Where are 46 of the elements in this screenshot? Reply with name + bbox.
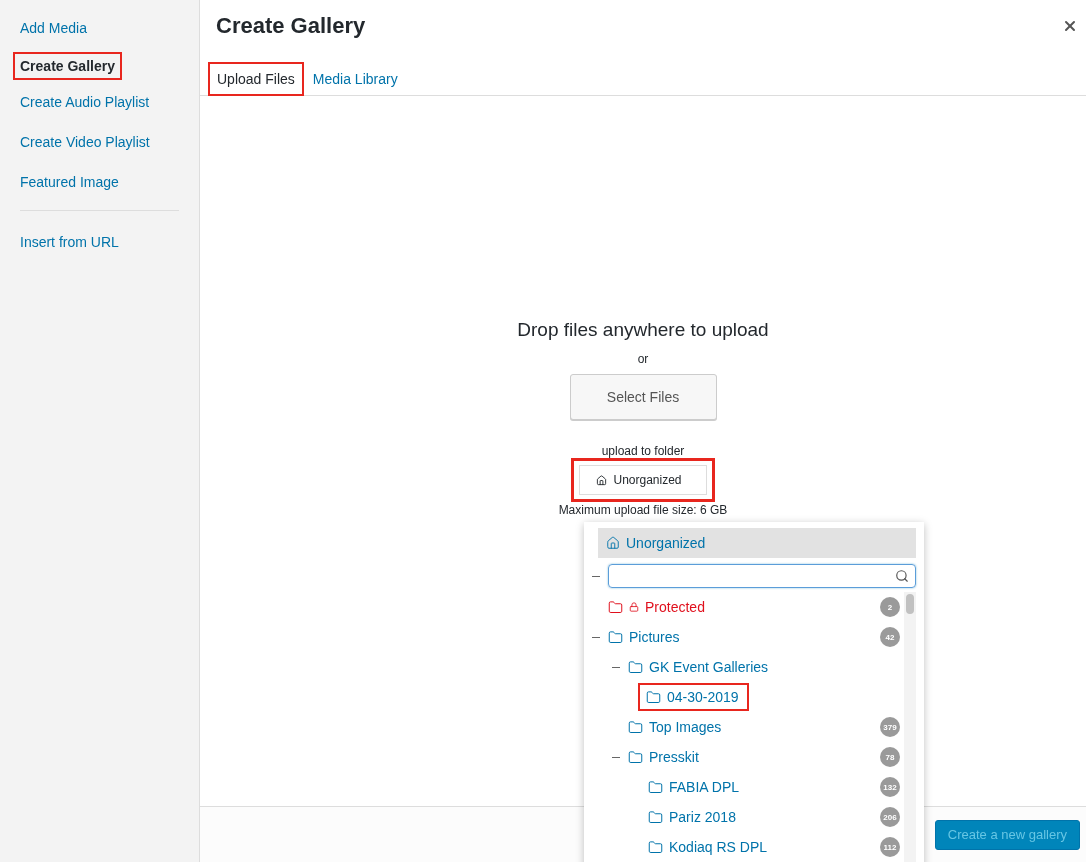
folder-icon: [646, 689, 661, 705]
folder-icon: [628, 719, 643, 735]
sidebar-link[interactable]: Add Media: [20, 16, 87, 40]
folder-item[interactable]: GK Event Galleries: [628, 659, 769, 675]
count-badge: 78: [880, 747, 900, 767]
folder-icon: [628, 749, 643, 765]
count-badge: 2: [880, 597, 900, 617]
folder-item[interactable]: 04-30-2019: [640, 685, 747, 709]
folder-item[interactable]: Presskit: [628, 749, 699, 765]
folder-icon: [648, 839, 663, 855]
sidebar-link[interactable]: Featured Image: [20, 170, 119, 194]
modal-title: Create Gallery: [216, 12, 366, 40]
tab[interactable]: Upload Files: [208, 62, 304, 96]
folder-select-button[interactable]: Unorganized: [571, 458, 715, 502]
sidebar-link[interactable]: Create Audio Playlist: [20, 90, 150, 114]
home-icon: [596, 474, 608, 486]
folder-icon: [628, 659, 643, 675]
max-size-text: Maximum upload file size: 6 GB: [558, 503, 728, 517]
select-files-button[interactable]: Select Files: [569, 374, 717, 420]
count-badge: 132: [880, 777, 900, 797]
folder-icon: [608, 599, 623, 615]
count-badge: 379: [880, 717, 900, 737]
folder-item[interactable]: FABIA DPL: [648, 779, 740, 795]
folder-item[interactable]: Kodiaq RS DPL: [648, 839, 768, 855]
search-icon: [895, 569, 909, 583]
folder-item[interactable]: Protected: [608, 599, 705, 615]
folder-label: upload to folder: [601, 444, 685, 458]
scrollbar[interactable]: [904, 592, 916, 862]
root-folder-item[interactable]: Unorganized: [598, 528, 916, 558]
folder-item[interactable]: Pictures: [608, 629, 680, 645]
sidebar-link[interactable]: Insert from URL: [20, 230, 119, 254]
folder-icon: [648, 779, 663, 795]
folder-item[interactable]: Top Images: [628, 719, 722, 735]
folder-icon: [608, 629, 623, 645]
count-badge: 112: [880, 837, 900, 857]
search-field[interactable]: [608, 564, 916, 588]
sidebar-link[interactable]: Create Gallery: [15, 54, 120, 78]
sidebar-link[interactable]: Create Video Playlist: [20, 130, 150, 154]
home-icon: [606, 536, 620, 550]
folder-item[interactable]: Pariz 2018: [648, 809, 736, 825]
count-badge: 42: [880, 627, 900, 647]
count-badge: 206: [880, 807, 900, 827]
tab[interactable]: Media Library: [303, 62, 407, 96]
folder-icon: [648, 809, 663, 825]
or-text: or: [637, 352, 649, 366]
drop-heading: Drop files anywhere to upload: [517, 318, 769, 342]
